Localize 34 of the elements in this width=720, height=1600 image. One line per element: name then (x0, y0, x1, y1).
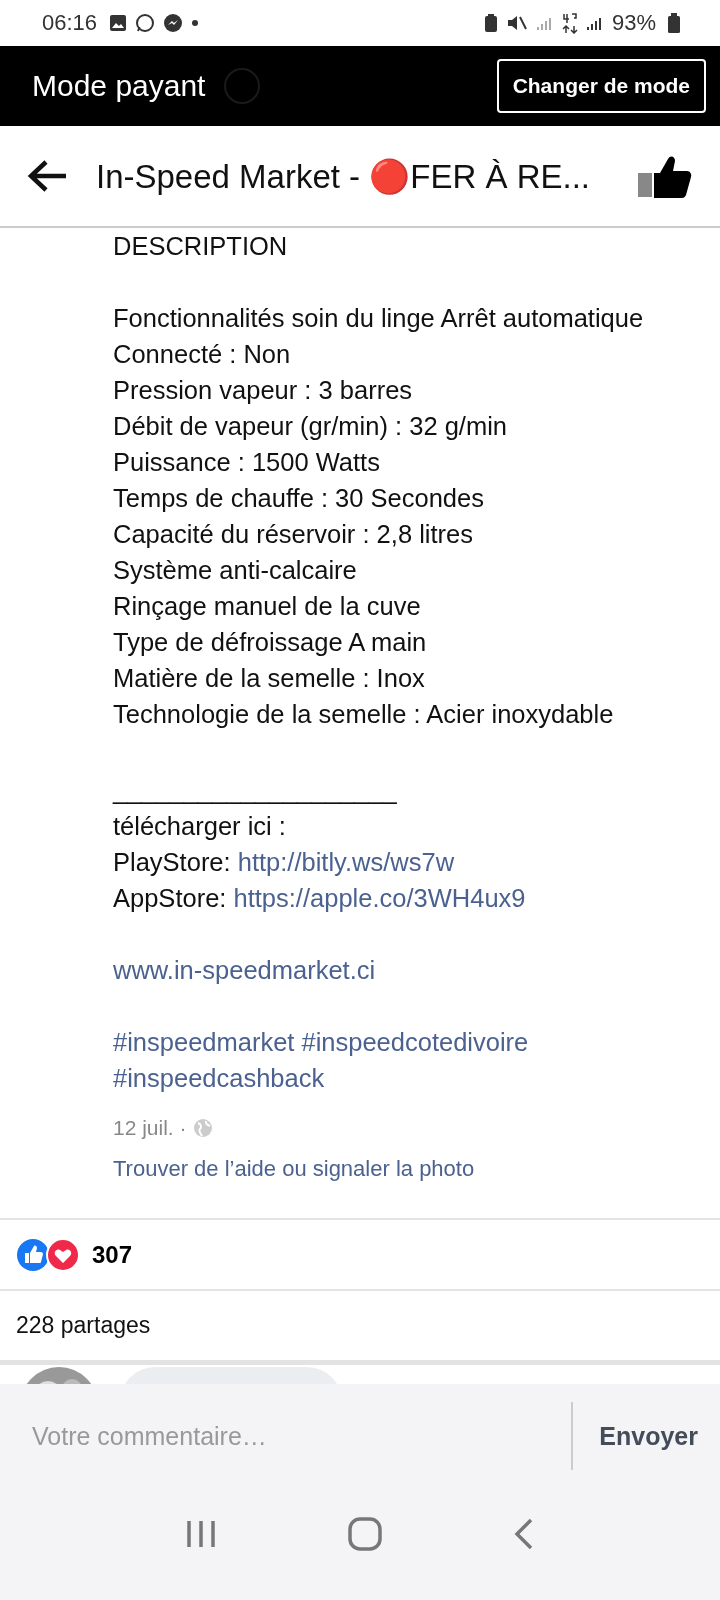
change-mode-button[interactable]: Changer de mode (496, 59, 706, 113)
description-text: ____________________ (113, 776, 397, 804)
description-text: Rinçage manuel de la cuve (113, 592, 421, 620)
status-time: 06:16 (42, 10, 98, 36)
description-text: Connecté : Non (113, 340, 291, 368)
hashtag-link[interactable]: #inspeedcotedivoire (301, 1028, 529, 1056)
description-text: Type de défroissage A main (113, 628, 427, 656)
hashtag-link[interactable]: #inspeedcashback (113, 1064, 325, 1092)
share-count[interactable]: 228 partages (16, 1312, 151, 1339)
description-text: Pression vapeur : 3 barres (113, 376, 413, 404)
description-text: Temps de chauffe : 30 Secondes (113, 484, 484, 512)
description-text: Fonctionnalités soin du linge Arrêt automatique (113, 304, 644, 332)
description-text: Technologie de la semelle : Acier inoxydable (113, 700, 614, 728)
store-link[interactable]: https://apple.co/3WH4ux9 (233, 884, 526, 912)
description-text: Débit de vapeur (gr/min) : 32 g/min (113, 412, 507, 440)
battery-percentage: 93% (611, 10, 656, 36)
description-text: Matière de la semelle : Inox (113, 664, 425, 692)
comment-input[interactable]: Votre commentaire… (0, 1384, 572, 1488)
send-button[interactable]: Envoyer (573, 1384, 720, 1488)
description-text: DESCRIPTION (113, 232, 288, 260)
reaction-count[interactable]: 307 (92, 1240, 133, 1269)
website-link[interactable]: www.in-speedmarket.ci (113, 956, 376, 984)
report-link[interactable]: Trouver de l’aide ou signaler la photo (113, 1156, 475, 1182)
description-text: télécharger ici : (113, 812, 286, 840)
store-link[interactable]: http://bitly.ws/ws7w (237, 848, 455, 876)
page-title: In-Speed Market - 🔴FER À RE... (96, 156, 591, 196)
hashtag-link[interactable]: #inspeedmarket (113, 1028, 295, 1056)
mode-title: Mode payant (32, 69, 206, 103)
description-text: Puissance : 1500 Watts (113, 448, 380, 476)
post-date: 12 juil. · (113, 1116, 187, 1140)
store-label: PlayStore: (113, 848, 231, 876)
description-text: Système anti-calcaire (113, 556, 357, 584)
store-label: AppStore: (113, 884, 227, 912)
description-text: Capacité du réservoir : 2,8 litres (113, 520, 473, 548)
